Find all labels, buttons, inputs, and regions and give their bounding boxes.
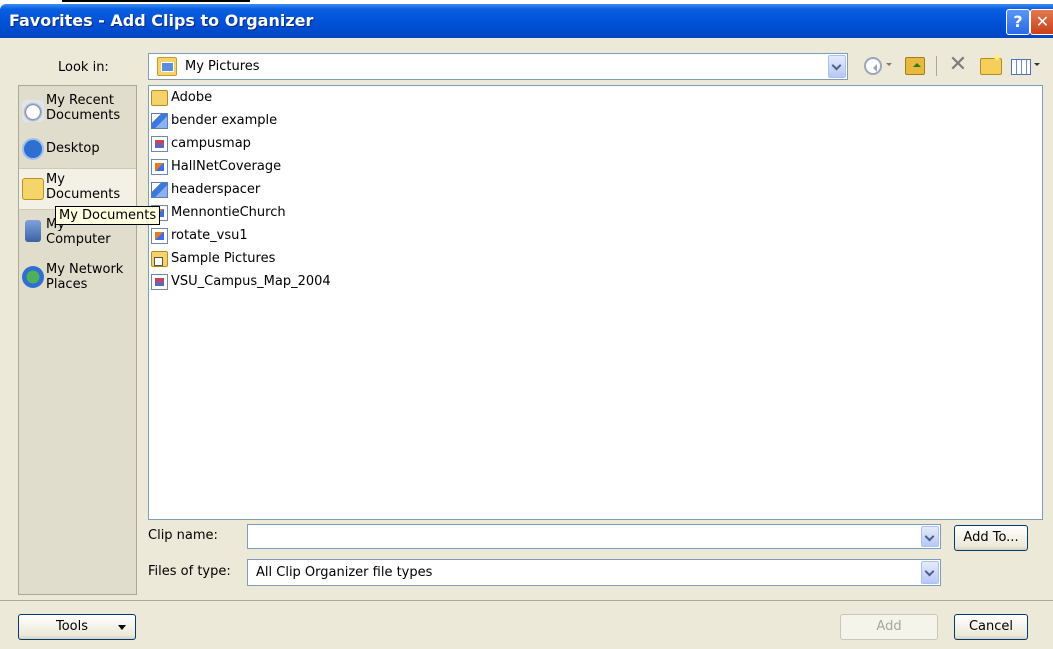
chevron-down-icon[interactable] [921, 561, 939, 584]
up-one-level-icon[interactable] [905, 57, 925, 75]
divider [0, 600, 1053, 601]
folder-shortcut-icon [151, 251, 168, 267]
file-list[interactable]: Adobe bender example campusmap HallNetCo… [148, 85, 1043, 520]
my-documents-icon [22, 178, 44, 200]
chevron-down-icon[interactable] [828, 55, 846, 78]
image-file-icon [151, 228, 168, 244]
new-folder-icon[interactable] [980, 53, 1002, 75]
place-label: My Documents [46, 172, 121, 202]
underline-fragment [62, 0, 250, 2]
places-bar: My Recent Documents Desktop My Documents… [18, 85, 137, 595]
place-label: Desktop [46, 141, 100, 156]
image-file-icon [151, 274, 168, 290]
drawing-file-icon [151, 182, 168, 198]
file-name: headerspacer [171, 182, 261, 197]
my-pictures-icon [157, 57, 177, 76]
file-name: MennontieChurch [171, 205, 286, 220]
add-button[interactable]: Add [840, 614, 938, 640]
dropdown-arrow-icon [118, 625, 126, 630]
place-my-network-places[interactable]: My Network Places [19, 260, 136, 298]
recent-documents-icon [22, 100, 44, 122]
delete-icon[interactable]: ✕ [948, 54, 968, 76]
file-name: bender example [171, 113, 278, 128]
clip-name-field[interactable] [247, 524, 941, 549]
look-in-value: My Pictures [185, 59, 260, 74]
tools-button[interactable]: Tools [18, 614, 136, 640]
cancel-button[interactable]: Cancel [954, 614, 1028, 640]
views-dropdown-icon[interactable] [1033, 55, 1041, 75]
clip-name-label: Clip name: [148, 528, 218, 543]
image-file-icon [151, 159, 168, 175]
place-label: My Recent Documents [46, 93, 121, 123]
my-computer-icon [25, 220, 41, 242]
help-button[interactable]: ? [1006, 9, 1030, 35]
file-name: VSU_Campus_Map_2004 [171, 274, 331, 289]
file-type-value: All Clip Organizer file types [256, 565, 433, 580]
chevron-down-icon[interactable] [921, 526, 939, 547]
file-name: Adobe [171, 90, 213, 105]
look-in-label: Look in: [58, 60, 109, 75]
file-name: campusmap [171, 136, 251, 151]
place-my-documents[interactable]: My Documents [19, 168, 136, 210]
title-bar: Favorites - Add Clips to Organizer ? ✕ [0, 4, 1053, 38]
place-label: My Network Places [46, 262, 124, 292]
add-to-button[interactable]: Add To... [954, 525, 1028, 551]
place-desktop[interactable]: Desktop [19, 136, 136, 162]
file-type-label: Files of type: [148, 564, 231, 579]
back-icon[interactable] [864, 57, 882, 75]
place-my-recent-documents[interactable]: My Recent Documents [19, 90, 136, 132]
file-name: HallNetCoverage [171, 159, 282, 174]
file-type-dropdown[interactable]: All Clip Organizer file types [247, 559, 941, 586]
close-button[interactable]: ✕ [1030, 9, 1053, 35]
views-icon[interactable] [1011, 59, 1031, 75]
desktop-icon [22, 138, 44, 160]
file-name: Sample Pictures [171, 251, 276, 266]
network-places-icon [22, 266, 44, 288]
drawing-file-icon [151, 113, 168, 129]
file-name: rotate_vsu1 [171, 228, 248, 243]
look-in-dropdown[interactable]: My Pictures [148, 53, 848, 80]
back-dropdown-icon[interactable] [885, 55, 893, 75]
tooltip: My Documents [55, 206, 161, 225]
folder-icon [151, 90, 168, 106]
image-file-icon [151, 136, 168, 152]
tools-label: Tools [56, 619, 89, 634]
toolbar-separator [936, 56, 937, 76]
window-title: Favorites - Add Clips to Organizer [9, 11, 314, 30]
